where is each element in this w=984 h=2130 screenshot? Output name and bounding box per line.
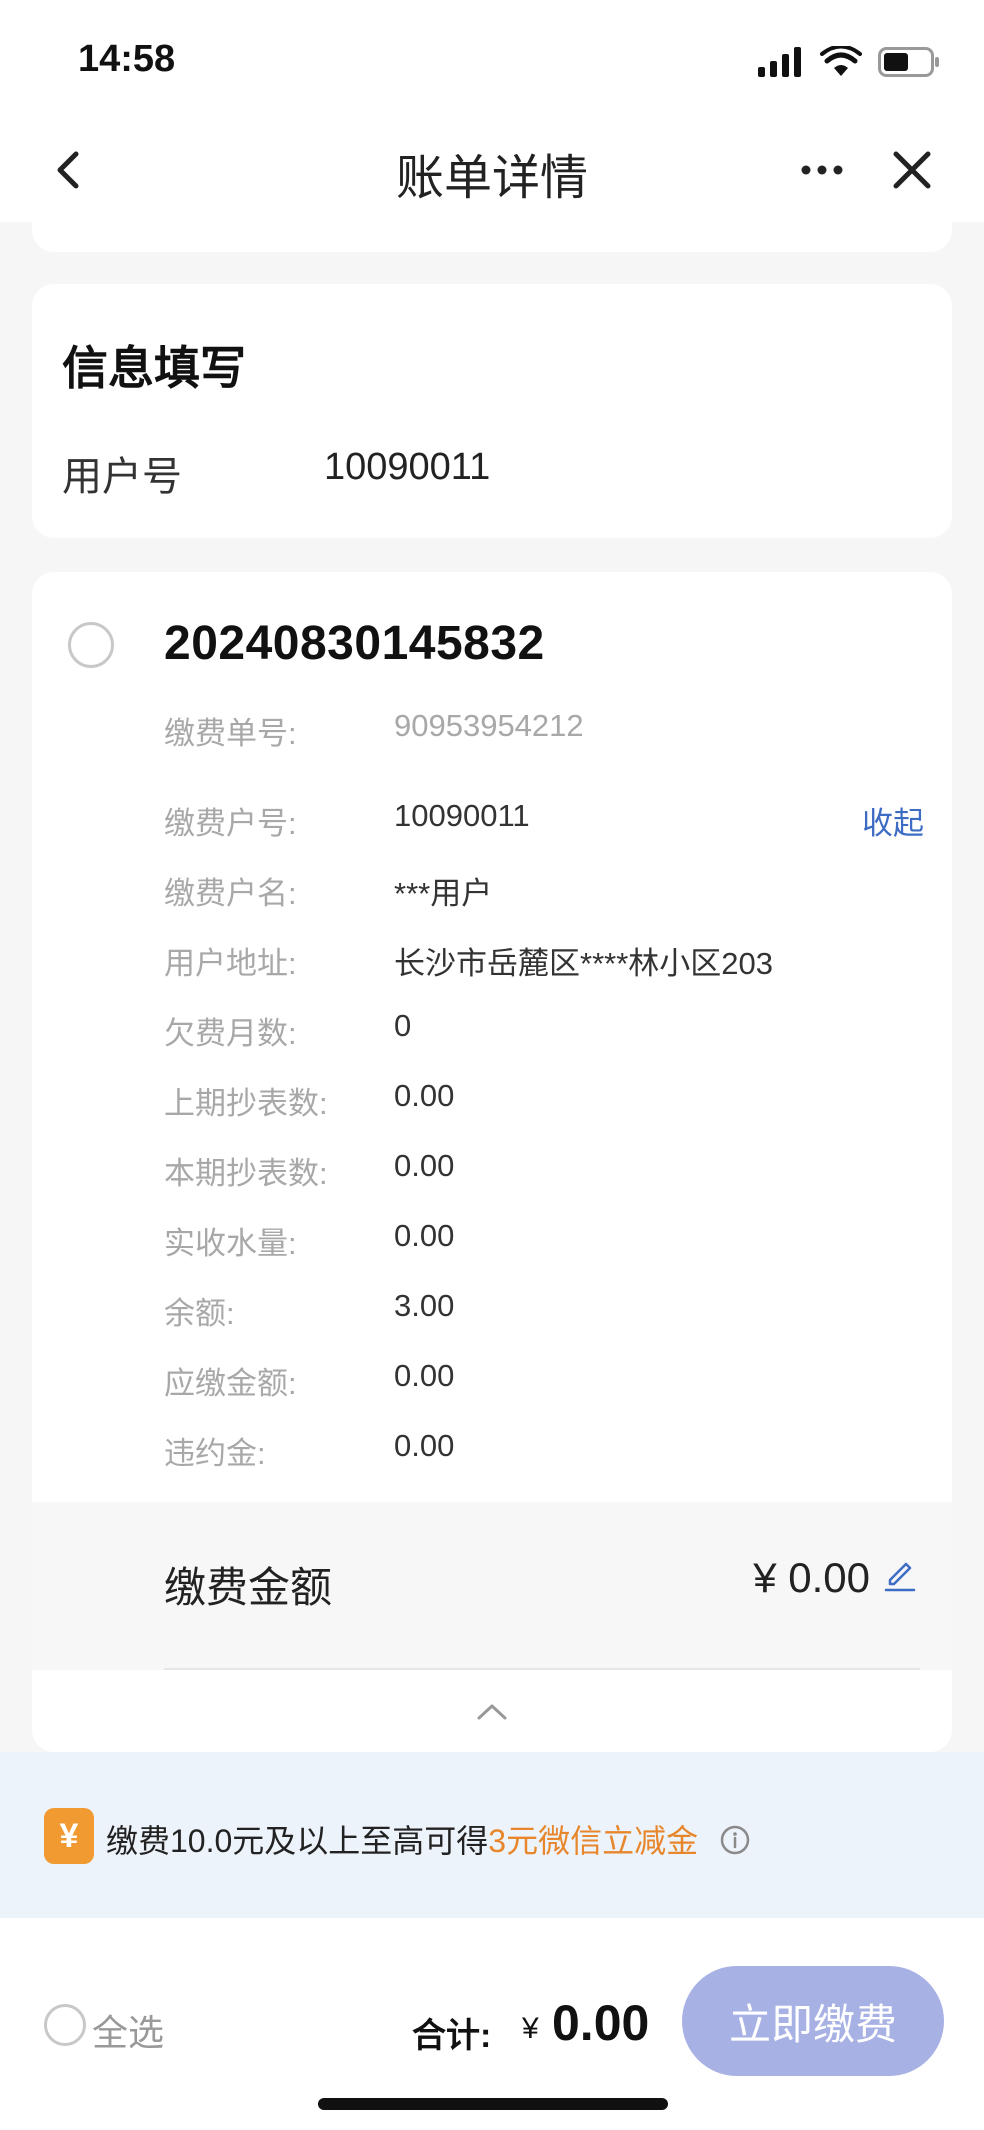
detail-label: 缴费单号: (164, 716, 297, 751)
detail-row-previous-reading: 上期抄表数: 0.00 (164, 1078, 924, 1122)
detail-row-balance: 余额: 3.00 (164, 1288, 924, 1332)
promo-text: 缴费10.0元及以上至高可得3元微信立减金 (106, 1816, 751, 1862)
detail-row-overdue-months: 欠费月数: 0 (164, 1008, 924, 1052)
detail-label: 本期抄表数: (164, 1156, 328, 1191)
detail-row-account-no: 缴费户号: 10090011 收起 (164, 798, 924, 842)
chevron-up-icon[interactable] (473, 1700, 511, 1724)
detail-value: 10090011 (394, 798, 530, 833)
detail-value: 长沙市岳麓区****林小区203 (394, 946, 773, 981)
promo-text-prefix: 缴费10.0元及以上至高可得 (106, 1823, 489, 1859)
detail-label: 缴费户号: (164, 806, 297, 841)
user-number-value[interactable]: 10090011 (324, 446, 490, 489)
divider (164, 1668, 920, 1670)
detail-value: 90953954212 (394, 708, 584, 743)
detail-row-account-name: 缴费户名: ***用户 (164, 868, 924, 912)
cellular-signal-icon (758, 47, 801, 77)
select-all-label[interactable]: 全选 (92, 2004, 164, 2056)
detail-row-late-fee: 违约金: 0.00 (164, 1428, 924, 1472)
detail-row-current-reading: 本期抄表数: 0.00 (164, 1148, 924, 1192)
detail-value: 0.00 (394, 1078, 455, 1113)
detail-value: 3.00 (394, 1288, 455, 1323)
pay-now-button[interactable]: 立即缴费 (682, 1966, 944, 2076)
detail-value: 0.00 (394, 1218, 455, 1253)
detail-row-amount-due: 应缴金额: 0.00 (164, 1358, 924, 1402)
detail-label: 用户地址: (164, 946, 297, 981)
detail-row-payment-no: 缴费单号: 90953954212 (164, 708, 924, 752)
detail-label: 违约金: (164, 1436, 266, 1471)
bill-number: 20240830145832 (164, 617, 545, 670)
detail-value: 0.00 (394, 1358, 455, 1393)
detail-value: 0.00 (394, 1428, 455, 1463)
promo-banner: ¥ 缴费10.0元及以上至高可得3元微信立减金 (0, 1752, 984, 1918)
total-currency: ¥ (522, 2012, 539, 2045)
payment-amount-section: 缴费金额 ¥ 0.00 (32, 1502, 952, 1670)
status-time: 14:58 (78, 38, 176, 80)
nav-bar: 账单详情 (0, 120, 984, 222)
bottom-action-bar: 全选 合计: ¥ 0.00 立即缴费 (0, 1918, 984, 2130)
promo-text-highlight: 3元微信立减金 (488, 1823, 699, 1859)
wifi-icon (820, 46, 862, 76)
detail-label: 应缴金额: (164, 1366, 297, 1401)
total-label: 合计: (412, 2017, 492, 2055)
previous-card-tail (32, 222, 952, 252)
user-number-label: 用户号 (62, 455, 182, 499)
detail-row-water-volume: 实收水量: 0.00 (164, 1218, 924, 1262)
payment-amount-value[interactable]: ¥ 0.00 (753, 1554, 870, 1602)
select-all-radio[interactable] (44, 2004, 86, 2046)
status-icons (758, 44, 940, 80)
detail-label: 余额: (164, 1296, 235, 1331)
info-card: 信息填写 用户号 10090011 (32, 284, 952, 538)
detail-label: 欠费月数: (164, 1016, 297, 1051)
status-bar: 14:58 (0, 0, 984, 120)
detail-label: 实收水量: (164, 1226, 297, 1261)
home-indicator (318, 2098, 668, 2110)
more-icon[interactable] (794, 142, 850, 198)
bill-select-radio[interactable] (68, 622, 114, 668)
coupon-icon: ¥ (44, 1808, 94, 1864)
close-icon[interactable] (884, 142, 940, 198)
battery-icon (878, 47, 939, 77)
edit-pencil-icon[interactable] (882, 1558, 918, 1594)
payment-amount-label: 缴费金额 (164, 1564, 333, 1611)
detail-label: 上期抄表数: (164, 1086, 328, 1121)
info-card-title: 信息填写 (62, 342, 246, 394)
detail-label: 缴费户名: (164, 876, 297, 911)
info-icon[interactable] (719, 1824, 751, 1856)
detail-value: 0 (394, 1008, 412, 1043)
detail-value: 0.00 (394, 1148, 455, 1183)
total-value: 0.00 (552, 1995, 650, 2051)
bill-card: 20240830145832 缴费单号: 90953954212 缴费户号: 1… (32, 572, 952, 1752)
detail-row-address: 用户地址: 长沙市岳麓区****林小区203 (164, 938, 924, 982)
collapse-link[interactable]: 收起 (862, 798, 924, 843)
detail-value: ***用户 (394, 876, 493, 911)
